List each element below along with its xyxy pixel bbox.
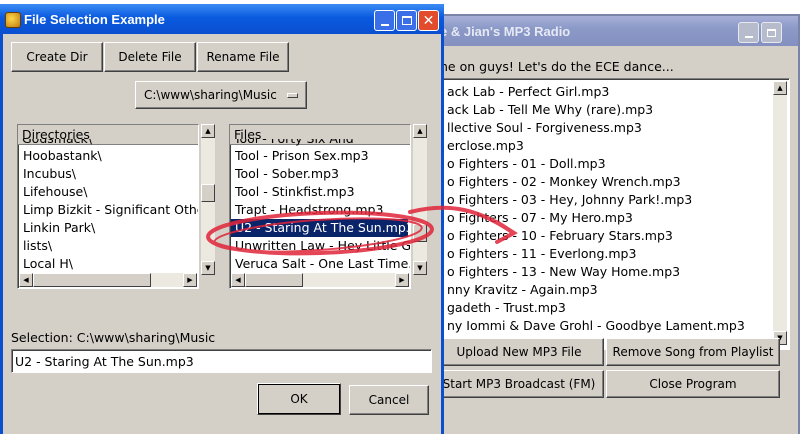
directory-item[interactable]: Lifehouse\ [19,183,196,201]
directories-list[interactable]: Directories Godsmack\ Hoobastank\Incubus… [17,124,199,289]
app-icon [5,12,21,28]
directories-items: Hoobastank\ Incubus\ Lifehouse\ Limp Bizkit… [19,147,198,273]
files-list[interactable]: Files Tool - Forty Six And Two.mp3 Tool … [229,124,411,289]
playlist-item[interactable]: llective Soul - Forgiveness.mp3 [437,119,771,137]
playlist-item[interactable]: nny Kravitz - Again.mp3 [437,281,771,299]
playlist-item[interactable]: o Fighters - 13 - New Way Home.mp3 [437,263,771,281]
radio-title: e & Jian's MP3 Radio [440,24,571,39]
directory-item[interactable]: Incubus\ [19,165,196,183]
create-dir-button[interactable]: Create Dir [11,42,103,72]
hscroll-thumb[interactable] [245,273,303,287]
playlist-scrollbar[interactable]: ▲ ▼ [773,81,787,345]
scroll-down-icon[interactable]: ▼ [413,261,427,275]
scroll-left-icon[interactable]: ◀ [231,273,245,287]
minimize-icon [744,35,753,38]
playlist-box: ack Lab - Perfect Girl.mp3 ack Lab - Tell… [434,78,790,350]
files-vscrollbar[interactable]: ▲ ▼ [413,124,427,275]
minimize-icon [380,23,389,26]
maximize-icon [401,16,412,25]
file-dialog-title: File Selection Example [24,12,165,27]
scroll-left-icon[interactable]: ◀ [19,273,33,287]
radio-titlebar[interactable]: e & Jian's MP3 Radio [430,16,798,46]
close-program-button[interactable]: Close Program [606,370,780,398]
rename-file-button[interactable]: Rename File [197,42,289,72]
file-item[interactable]: Unwritten Law - Hey Little Girl [231,237,410,255]
directory-item[interactable]: Local H\ [19,255,196,273]
playlist-item[interactable]: o Fighters - 10 - February Stars.mp3 [437,227,771,245]
remove-song-button[interactable]: Remove Song from Playlist [606,338,780,366]
delete-file-button[interactable]: Delete File [104,42,196,72]
scroll-up-icon[interactable]: ▲ [773,81,787,95]
dropdown-indicator-icon [287,93,298,98]
files-hscrollbar[interactable]: ◀ ▶ [231,273,409,287]
file-item[interactable]: Tool - Sober.mp3 [231,165,408,183]
radio-minimize-button[interactable] [738,22,759,43]
playlist-item[interactable]: o Fighters - 03 - Hey, Johnny Park!.mp3 [437,191,771,209]
vscroll-thumb[interactable] [413,224,427,242]
file-item[interactable]: Tool - Stinkfist.mp3 [231,183,408,201]
file-dialog-close-button[interactable]: ✕ [418,10,439,31]
directory-item[interactable]: Linkin Park\ [19,219,196,237]
directories-vscrollbar[interactable]: ▲ ▼ [201,124,215,275]
file-selection-window: File Selection Example ✕ Create Dir Dele… [0,4,444,434]
scroll-right-icon[interactable]: ▶ [183,273,197,287]
playlist: ack Lab - Perfect Girl.mp3 ack Lab - Tell… [437,83,771,335]
playlist-item[interactable]: ack Lab - Perfect Girl.mp3 [437,83,771,101]
file-item[interactable]: Tool - Prison Sex.mp3 [231,147,408,165]
scroll-down-icon[interactable]: ▼ [201,261,215,275]
directory-item[interactable]: lists\ [19,237,196,255]
file-dialog-minimize-button[interactable] [374,10,395,31]
close-icon: ✕ [422,12,435,29]
file-item[interactable]: Veruca Salt - One Last Time.mp3 [231,255,410,273]
files-items: Tool - Prison Sex.mp3 Tool - Sober.mp3 Too… [231,147,410,273]
playlist-item[interactable]: ny Iommi & Dave Grohl - Goodbye Lament.m… [437,317,771,335]
playlist-item[interactable]: o Fighters - 01 - Doll.mp3 [437,155,771,173]
upload-mp3-button[interactable]: Upload New MP3 File [434,338,604,366]
playlist-item[interactable]: gadeth - Trust.mp3 [437,299,771,317]
mp3-radio-window: e & Jian's MP3 Radio ne on guys! Let's d… [428,14,800,434]
directory-item[interactable]: Hoobastank\ [19,147,196,165]
directory-item[interactable]: Limp Bizkit - Significant Other [19,201,198,219]
playlist-item[interactable]: ack Lab - Tell Me Why (rare).mp3 [437,101,771,119]
file-dialog-titlebar[interactable]: File Selection Example ✕ [0,4,444,34]
playlist-item[interactable]: o Fighters - 02 - Monkey Wrench.mp3 [437,173,771,191]
radio-maximize-button[interactable] [761,22,782,43]
path-dropdown[interactable]: C:\www\sharing\Music [135,81,307,109]
file-dialog-maximize-button[interactable] [396,10,417,31]
scroll-up-icon[interactable]: ▲ [413,124,427,138]
start-broadcast-button[interactable]: Start MP3 Broadcast (FM) [434,370,604,398]
selection-label: Selection: C:\www\sharing\Music [11,330,216,345]
path-dropdown-value: C:\www\sharing\Music [144,88,277,102]
scroll-right-icon[interactable]: ▶ [395,273,409,287]
playlist-item[interactable]: o Fighters - 11 - Everlong.mp3 [437,245,771,263]
vscroll-thumb[interactable] [201,184,215,202]
scroll-up-icon[interactable]: ▲ [201,124,215,138]
maximize-icon [767,28,776,37]
selection-field[interactable] [11,349,432,373]
directories-partial-row: Godsmack\ [22,139,92,146]
playlist-item[interactable]: o Fighters - 07 - My Hero.mp3 [437,209,771,227]
files-partial-row: Tool - Forty Six And Two.mp3 [234,139,410,146]
ok-button[interactable]: OK [257,383,341,415]
radio-message: ne on guys! Let's do the ECE dance... [440,59,674,74]
directories-hscrollbar[interactable]: ◀ ▶ [19,273,197,287]
playlist-item[interactable]: erclose.mp3 [437,137,771,155]
file-item[interactable]: Trapt - Headstrong.mp3 [231,201,408,219]
cancel-button[interactable]: Cancel [349,385,429,415]
hscroll-thumb[interactable] [33,273,151,287]
file-item[interactable]: U2 - Staring At The Sun.mp3 [231,219,410,237]
